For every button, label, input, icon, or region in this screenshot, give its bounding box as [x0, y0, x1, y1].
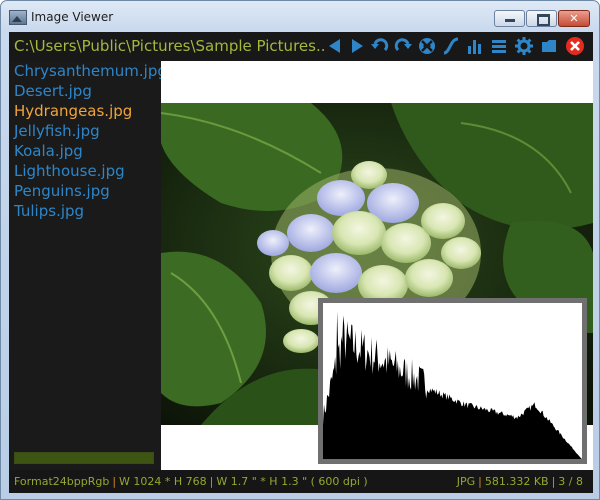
- rotate-right-icon: [394, 38, 412, 52]
- progress-fill: [15, 453, 153, 463]
- window-close-icon: ✕: [569, 12, 579, 25]
- file-type: JPG: [456, 475, 476, 488]
- loading-progress-bar: [14, 452, 154, 464]
- settings-button[interactable]: [514, 36, 534, 56]
- menu-icon: [492, 40, 506, 53]
- title-bar[interactable]: Image Viewer ✕: [1, 1, 599, 31]
- image-index: 3 / 8: [558, 475, 583, 488]
- previous-arrow-icon: [329, 39, 340, 53]
- file-list-item[interactable]: Penguins.jpg: [9, 181, 161, 201]
- fit-to-window-icon: [419, 38, 435, 54]
- toolbar: C:\Users\Public\Pictures\Sample Pictures…: [9, 32, 593, 61]
- previous-image-button[interactable]: [325, 36, 345, 56]
- rotate-left-icon: [371, 38, 389, 52]
- file-list-item[interactable]: Hydrangeas.jpg: [9, 101, 161, 121]
- physical-size: W 1.7 " * H 1.3 " ( 600 dpi ): [216, 475, 368, 488]
- close-image-button[interactable]: [565, 36, 585, 56]
- maximize-button[interactable]: [526, 10, 557, 27]
- file-size: 581.332 KB: [484, 475, 549, 488]
- file-list-item[interactable]: Chrysanthemum.jpg: [9, 61, 161, 81]
- status-left: Format24bppRgb | W 1024 * H 768 | W 1.7 " * …: [14, 470, 368, 493]
- status-separator: |: [112, 475, 117, 488]
- app-icon: [9, 10, 27, 25]
- minimize-button[interactable]: [494, 10, 525, 27]
- image-view[interactable]: [161, 61, 593, 470]
- curve-icon: [443, 37, 459, 55]
- menu-button[interactable]: [489, 36, 509, 56]
- open-folder-button[interactable]: [539, 36, 559, 56]
- rotate-right-button[interactable]: [393, 36, 413, 56]
- file-items: Chrysanthemum.jpg Desert.jpg Hydrangeas.jp…: [9, 61, 161, 221]
- rotate-left-button[interactable]: [370, 36, 390, 56]
- folder-path[interactable]: C:\Users\Public\Pictures\Sample Pictures…: [14, 37, 324, 55]
- image-viewer-window: Image Viewer ✕ C:\Users\Public\Pictures\…: [0, 0, 600, 500]
- pixel-dimensions: W 1024 * H 768: [119, 475, 207, 488]
- client-area: C:\Users\Public\Pictures\Sample Pictures…: [9, 32, 593, 493]
- close-icon: [566, 37, 584, 55]
- open-folder-icon: [542, 40, 556, 52]
- minimize-icon: [505, 19, 515, 22]
- status-separator: |: [478, 475, 482, 488]
- window-title: Image Viewer: [31, 10, 114, 24]
- histogram-panel: [318, 298, 587, 464]
- pixel-format: Format24bppRgb: [14, 475, 110, 488]
- status-separator: |: [551, 475, 556, 488]
- file-list-item[interactable]: Tulips.jpg: [9, 201, 161, 221]
- luminance-histogram: [323, 303, 582, 459]
- status-separator: |: [209, 475, 214, 488]
- next-arrow-icon: [352, 39, 363, 53]
- file-list-item[interactable]: Desert.jpg: [9, 81, 161, 101]
- fit-to-window-button[interactable]: [417, 36, 437, 56]
- file-list-item[interactable]: Lighthouse.jpg: [9, 161, 161, 181]
- curve-adjust-button[interactable]: [441, 36, 461, 56]
- next-image-button[interactable]: [347, 36, 367, 56]
- file-list-item[interactable]: Koala.jpg: [9, 141, 161, 161]
- file-list: Chrysanthemum.jpg Desert.jpg Hydrangeas.jp…: [9, 61, 161, 470]
- gear-icon: [515, 37, 533, 55]
- histogram-icon: [468, 40, 481, 54]
- status-right: JPG | 581.332 KB | 3 / 8: [457, 470, 583, 493]
- status-bar: Format24bppRgb | W 1024 * H 768 | W 1.7 " * …: [9, 470, 593, 493]
- histogram-area: [323, 311, 582, 459]
- window-close-button[interactable]: ✕: [558, 10, 590, 27]
- maximize-icon: [537, 14, 550, 26]
- file-list-item[interactable]: Jellyfish.jpg: [9, 121, 161, 141]
- histogram-button[interactable]: [465, 36, 485, 56]
